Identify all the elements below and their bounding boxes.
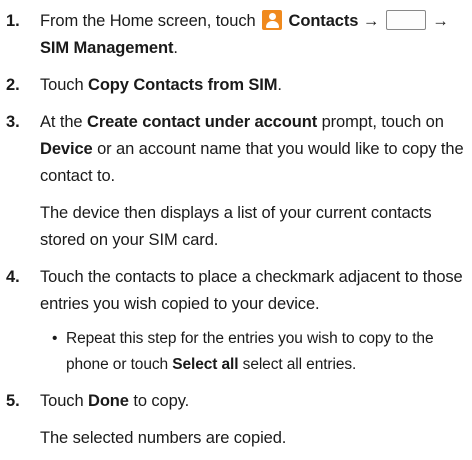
device-label: Device (40, 140, 93, 158)
step-text: At the Create contact under account prom… (40, 109, 464, 190)
step-text-segment: At the (40, 113, 83, 131)
step-text-segment: Touch (40, 76, 84, 94)
step-note: The selected numbers are copied. (40, 429, 287, 447)
sim-management-label: SIM Management (40, 39, 174, 57)
contacts-icon (262, 10, 283, 30)
punctuation: . (277, 76, 282, 94)
step-text: From the Home screen, touch Contacts → →… (40, 8, 464, 62)
step-number: 5. (6, 392, 20, 410)
arrow-icon: → (362, 12, 380, 30)
punctuation: . (173, 39, 178, 57)
step-number: 1. (6, 12, 20, 30)
step-text-segment: prompt, touch on (321, 113, 444, 131)
step-number: 3. (6, 113, 20, 131)
step-5: 5. Touch Done to copy. The selected numb… (6, 388, 464, 452)
step-3: 3. At the Create contact under account p… (6, 109, 464, 254)
step-text: Touch Copy Contacts from SIM. (40, 72, 464, 99)
step-4: 4. Touch the contacts to place a checkma… (6, 264, 464, 378)
instruction-page: 1. From the Home screen, touch Contacts … (0, 0, 472, 460)
step-text: Touch Done to copy. (40, 388, 464, 415)
menu-key-icon (385, 10, 426, 30)
bullet-dot: • (52, 330, 58, 347)
bullet-item: • Repeat this step for the entries you w… (40, 326, 464, 378)
create-contact-under-account-label: Create contact under account (87, 113, 318, 131)
step-text-segment: to copy. (133, 392, 190, 410)
done-label: Done (88, 392, 129, 410)
step-text-segment: Touch (40, 392, 84, 410)
step-note: The device then displays a list of your … (40, 204, 432, 249)
step-1: 1. From the Home screen, touch Contacts … (6, 8, 464, 62)
bullet-text-segment: select all entries. (242, 356, 357, 373)
step-text-segment: or an account name that you would like t… (40, 140, 464, 185)
arrow-icon: → (432, 12, 449, 30)
select-all-label: Select all (172, 356, 239, 373)
copy-contacts-from-sim-label: Copy Contacts from SIM (88, 76, 278, 94)
step-text-segment: From the Home screen, touch (40, 12, 256, 30)
step-text: Touch the contacts to place a checkmark … (40, 268, 463, 313)
step-2: 2. Touch Copy Contacts from SIM. (6, 72, 464, 99)
step-number: 2. (6, 76, 20, 94)
step-number: 4. (6, 268, 20, 286)
contacts-label: Contacts (288, 12, 359, 30)
